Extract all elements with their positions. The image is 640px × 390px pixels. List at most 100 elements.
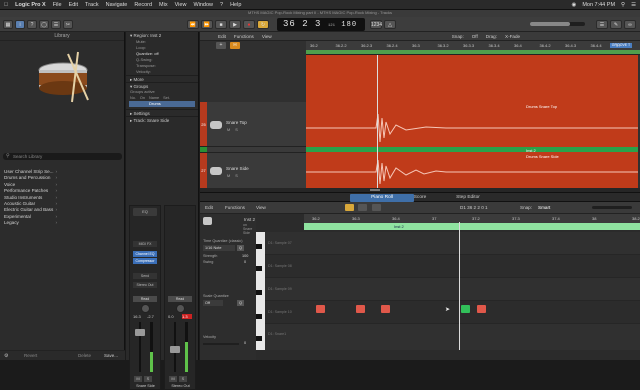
solo-button[interactable]: S [144, 376, 152, 382]
catch-icon[interactable] [345, 204, 354, 211]
pianoroll-playhead[interactable] [459, 222, 460, 350]
midi-fx-slot[interactable]: MIDI FX [133, 241, 157, 247]
search-icon[interactable]: ⚲ [621, 2, 625, 8]
pan-knob[interactable] [141, 304, 150, 313]
track-name[interactable]: Snare Top [226, 120, 247, 125]
link-icon[interactable] [358, 204, 367, 211]
smart-controls-icon[interactable]: ◯ [39, 20, 49, 29]
info-toggle-icon[interactable]: i [15, 20, 25, 29]
black-key[interactable] [256, 314, 262, 319]
strength-value[interactable]: 100 [242, 254, 248, 258]
metronome-icon[interactable]: △ [384, 20, 396, 29]
send-slot[interactable]: Send [133, 273, 157, 279]
pianoroll-snap-select[interactable]: Smart [538, 205, 550, 210]
wifi-icon[interactable]: ◉ [572, 2, 577, 8]
note-grid[interactable]: D1: Sample 07 D1: Sample 08 D1: Sample 0… [265, 222, 640, 350]
eq-button[interactable]: EQ [133, 208, 157, 216]
menu-window[interactable]: Window [193, 2, 213, 8]
more-section[interactable]: ▸ More [126, 75, 198, 82]
midi-note[interactable] [477, 305, 486, 313]
library-search-input[interactable]: Search Library [3, 153, 122, 160]
plugin-slot-2[interactable]: Compressor [133, 258, 157, 264]
stop-icon[interactable]: ■ [215, 20, 227, 29]
marker-badge[interactable]: GROOVE T [610, 43, 632, 48]
region-snare-top[interactable]: Drums Snare Top [306, 102, 638, 147]
delete-button[interactable]: Delete [78, 353, 91, 358]
tracks-edit-menu[interactable]: Edit [218, 34, 226, 39]
menu-question[interactable]: ? [220, 2, 223, 8]
mute-solo-buttons[interactable]: M S [227, 128, 240, 132]
forward-icon[interactable]: ⏩ [201, 20, 213, 29]
scale-quantize-select[interactable]: Off [203, 300, 223, 306]
automation-mode[interactable]: Read [168, 296, 192, 302]
output-slot[interactable]: Stereo Out [133, 282, 157, 288]
groups-section[interactable]: ▾ Groups [126, 82, 198, 89]
black-key[interactable] [256, 244, 262, 249]
library-item[interactable]: Legacy › [0, 220, 125, 226]
zoom-slider[interactable] [592, 206, 632, 209]
region-snare-side[interactable]: Drums Snare Side [306, 152, 638, 188]
play-icon[interactable]: ▶ [229, 20, 241, 29]
time-quantize-select[interactable]: 1/16 Note [203, 245, 235, 251]
midi-note-selected[interactable] [461, 305, 470, 313]
settings-section[interactable]: ▸ Settings [126, 109, 198, 116]
menu-help[interactable]: Help [230, 2, 241, 8]
region-upper[interactable] [306, 55, 638, 102]
track-header-snare-side[interactable]: 27 Snare Side M S [200, 152, 306, 188]
scissors-icon[interactable]: ✂ [63, 20, 73, 29]
notepad-icon[interactable]: ✎ [610, 20, 622, 29]
add-track-button[interactable]: + [216, 42, 226, 49]
mute-button[interactable]: M [134, 376, 142, 382]
snap-select[interactable]: Off [472, 34, 478, 39]
save-button[interactable]: Save... [104, 353, 118, 358]
menu-view[interactable]: View [175, 2, 187, 8]
black-key[interactable] [256, 290, 262, 295]
menu-navigate[interactable]: Navigate [106, 2, 128, 8]
menu-edit[interactable]: Edit [69, 2, 78, 8]
hide-button[interactable]: H [230, 42, 240, 49]
master-volume-slider[interactable] [530, 22, 585, 26]
lcd-display[interactable]: 36 2 3 121 180 Cmaj 4/4 [277, 18, 365, 43]
library-toggle-icon[interactable]: ▦ [3, 20, 13, 29]
quantize-button[interactable]: Q [237, 245, 244, 251]
midi-note[interactable] [356, 305, 365, 313]
cycle-icon[interactable]: ↻ [257, 20, 269, 29]
loops-icon[interactable]: ∞ [624, 20, 636, 29]
track-header-snare-top[interactable]: 25 Snare Top M S [200, 102, 306, 147]
solo-button[interactable]: S [179, 376, 187, 382]
pan-knob[interactable] [176, 304, 185, 313]
mute-solo-buttons[interactable]: M S [227, 174, 240, 178]
tracks-ruler[interactable]: GROOVE T 36.2 36.2.2 36.2.3 36.2.4 36.3 36.3.… [306, 41, 640, 55]
piano-keyboard[interactable] [256, 232, 265, 350]
menu-record[interactable]: Record [134, 2, 152, 8]
menu-file[interactable]: File [53, 2, 62, 8]
pianoroll-edit-menu[interactable]: Edit [205, 205, 213, 210]
rewind-icon[interactable]: ⏪ [187, 20, 199, 29]
black-key[interactable] [256, 336, 262, 341]
automation-mode[interactable]: Read [133, 296, 157, 302]
group-row[interactable]: Drums [129, 101, 195, 107]
menu-list-icon[interactable]: ☰ [631, 2, 636, 8]
tab-step-editor[interactable]: Step Editor [436, 194, 500, 202]
swing-value[interactable]: 0 [244, 260, 246, 264]
plugin-slot-1[interactable]: Channel EQ [133, 251, 157, 257]
volume-fader[interactable] [170, 346, 180, 353]
midi-note[interactable] [381, 305, 390, 313]
apple-icon[interactable]:  [4, 2, 8, 8]
mute-button[interactable]: M [169, 376, 177, 382]
midi-in-icon[interactable] [372, 204, 381, 211]
record-icon[interactable]: ● [243, 20, 255, 29]
revert-button[interactable]: Revert [24, 353, 37, 358]
app-menu[interactable]: Logic Pro X [15, 2, 46, 8]
tracks-functions-menu[interactable]: Functions [234, 34, 254, 39]
count-in-icon[interactable]: 1234 [370, 20, 382, 29]
gear-icon[interactable]: ⚙ [4, 353, 8, 359]
scale-quantize-button[interactable]: Q [237, 300, 244, 306]
track-name[interactable]: Snare Side [226, 166, 249, 171]
clock[interactable]: Mon 7:44 PM [582, 2, 615, 8]
tracks-view-menu[interactable]: View [262, 34, 272, 39]
drag-select[interactable]: X-Fade [505, 34, 520, 39]
pianoroll-ruler[interactable]: 36.2 36.3 36.4 37 37.2 37.3 37.4 38 38.2 [304, 214, 640, 223]
track-inspector-header[interactable]: ▸ Track: Snare Side [126, 116, 198, 123]
volume-fader[interactable] [135, 329, 145, 336]
